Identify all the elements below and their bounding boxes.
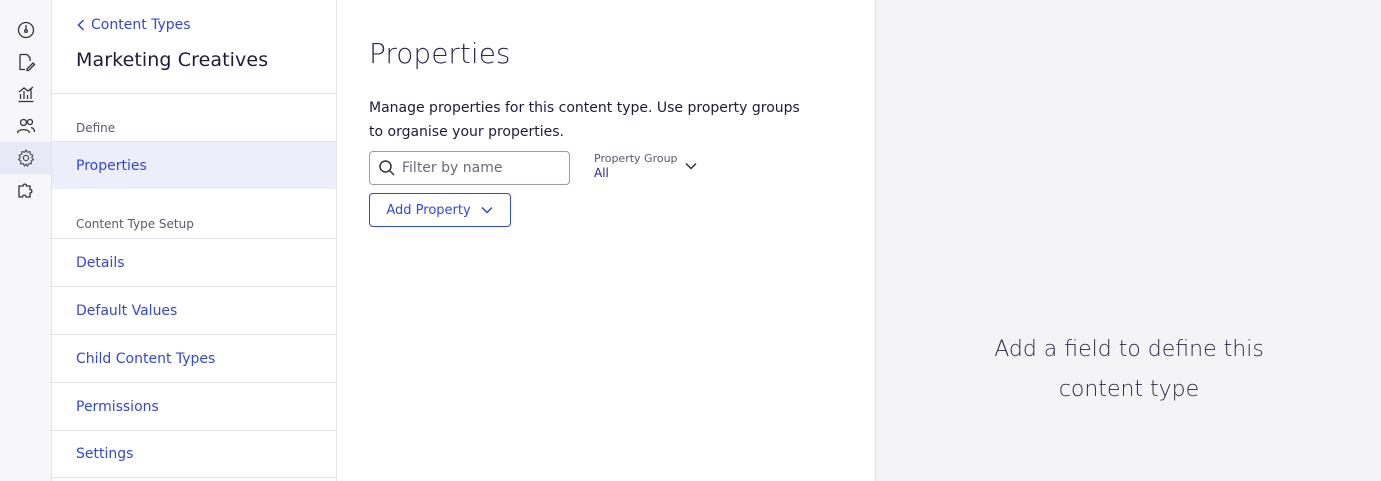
chevron-down-icon bbox=[685, 162, 697, 170]
empty-state-message: Add a field to define this content type bbox=[994, 337, 1264, 402]
filter-field[interactable] bbox=[369, 151, 570, 185]
analytics-icon bbox=[18, 86, 33, 103]
settings-sidebar: Content Types Marketing Creatives Define… bbox=[52, 0, 337, 481]
sidebar-item-permissions[interactable]: Permissions bbox=[52, 382, 336, 430]
chevron-down-icon bbox=[481, 206, 493, 214]
puzzle-icon bbox=[17, 183, 33, 198]
sidebar-item-details[interactable]: Details bbox=[52, 238, 336, 286]
rail-content[interactable] bbox=[0, 46, 51, 78]
search-icon bbox=[379, 160, 395, 176]
sidebar-item-settings[interactable]: Settings bbox=[52, 430, 336, 478]
dashboard-icon bbox=[17, 21, 34, 39]
back-link-label: Content Types bbox=[91, 17, 191, 33]
section-label-setup: Content Type Setup bbox=[76, 217, 194, 231]
properties-main: Properties Manage properties for this co… bbox=[337, 0, 875, 481]
sidebar-item-label: Details bbox=[76, 254, 125, 271]
content-type-title: Marketing Creatives bbox=[76, 49, 269, 71]
rail-extensions[interactable] bbox=[0, 174, 51, 206]
sidebar-item-label: Settings bbox=[76, 446, 134, 462]
page-title: Properties bbox=[369, 37, 511, 70]
rail-settings[interactable] bbox=[0, 142, 51, 174]
rail-dashboard[interactable] bbox=[0, 14, 51, 46]
sidebar-item-child-content-types[interactable]: Child Content Types bbox=[52, 334, 336, 382]
add-property-button[interactable]: Add Property bbox=[369, 193, 511, 227]
add-property-label: Add Property bbox=[386, 202, 471, 218]
page-description: Manage properties for this content type.… bbox=[369, 100, 800, 140]
rail-analytics[interactable] bbox=[0, 78, 51, 110]
users-icon bbox=[16, 118, 35, 134]
section-label-define: Define bbox=[76, 121, 116, 135]
sidebar-item-label: Properties bbox=[76, 157, 147, 174]
chevron-left-icon bbox=[77, 19, 85, 31]
back-to-content-types-link[interactable]: Content Types bbox=[76, 17, 191, 33]
sidebar-item-label: Child Content Types bbox=[76, 350, 216, 367]
property-group-select[interactable]: Property Group All bbox=[594, 152, 704, 186]
icon-rail bbox=[0, 0, 52, 481]
app-root: Content Types Marketing Creatives Define… bbox=[0, 0, 1381, 481]
sidebar-item-properties[interactable]: Properties bbox=[52, 141, 336, 189]
gear-icon bbox=[17, 148, 34, 168]
sidebar-item-default-values[interactable]: Default Values bbox=[52, 286, 336, 334]
sidebar-item-label: Default Values bbox=[76, 302, 178, 319]
edit-document-icon bbox=[18, 53, 35, 72]
filter-by-name-input[interactable] bbox=[402, 160, 562, 176]
rail-users[interactable] bbox=[0, 110, 51, 142]
sidebar-item-label: Permissions bbox=[76, 398, 159, 415]
field-detail-panel: Add a field to define this content type bbox=[875, 0, 1381, 481]
divider bbox=[52, 93, 336, 94]
